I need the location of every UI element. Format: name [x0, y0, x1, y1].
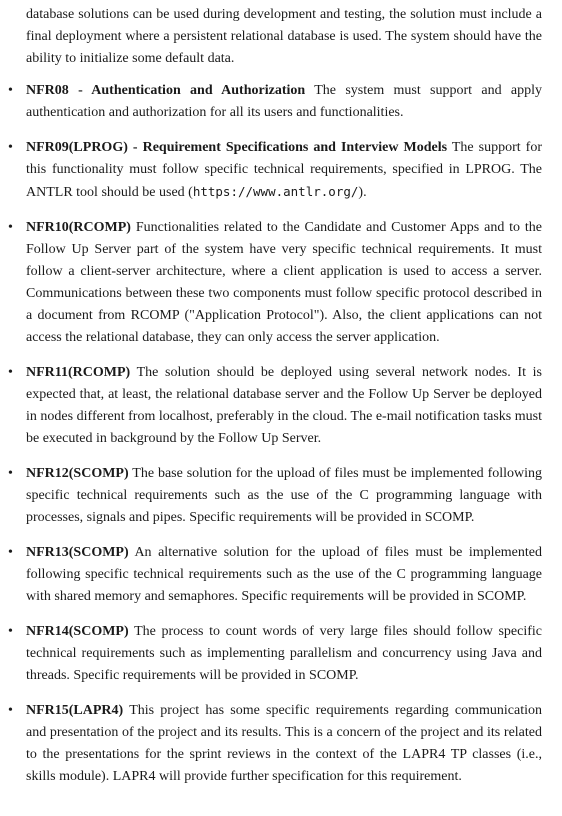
requirement-text-end: ).: [358, 185, 367, 200]
requirement-title: NFR14(SCOMP): [26, 624, 129, 639]
requirement-nfr14: NFR14(SCOMP) The process to count words …: [0, 621, 542, 687]
antlr-link[interactable]: https://www.antlr.org/: [193, 184, 359, 199]
document-page: database solutions can be used during de…: [0, 0, 562, 816]
requirement-nfr15: NFR15(LAPR4) This project has some speci…: [0, 700, 542, 788]
requirement-title: NFR11(RCOMP): [26, 365, 131, 380]
requirement-nfr13: NFR13(SCOMP) An alternative solution for…: [0, 542, 542, 608]
intro-paragraph: database solutions can be used during de…: [26, 7, 542, 66]
requirement-title: NFR08 - Authentication and Authorization: [26, 83, 306, 98]
requirement-nfr11: NFR11(RCOMP) The solution should be depl…: [0, 362, 542, 450]
requirement-title: NFR12(SCOMP): [26, 466, 129, 481]
requirement-title: NFR09(LPROG) - Requirement Specification…: [26, 140, 448, 155]
requirement-text: Functionalities related to the Candidate…: [26, 220, 543, 345]
requirement-nfr12: NFR12(SCOMP) The base solution for the u…: [0, 463, 542, 529]
requirement-nfr10: NFR10(RCOMP) Functionalities related to …: [0, 217, 542, 349]
requirement-nfr08: NFR08 - Authentication and Authorization…: [0, 80, 542, 124]
requirement-nfr09: NFR09(LPROG) - Requirement Specification…: [0, 137, 542, 204]
requirement-title: NFR15(LAPR4): [26, 703, 124, 718]
requirement-title: NFR13(SCOMP): [26, 545, 129, 560]
requirement-title: NFR10(RCOMP): [26, 220, 131, 235]
requirements-list: NFR08 - Authentication and Authorization…: [0, 80, 562, 801]
